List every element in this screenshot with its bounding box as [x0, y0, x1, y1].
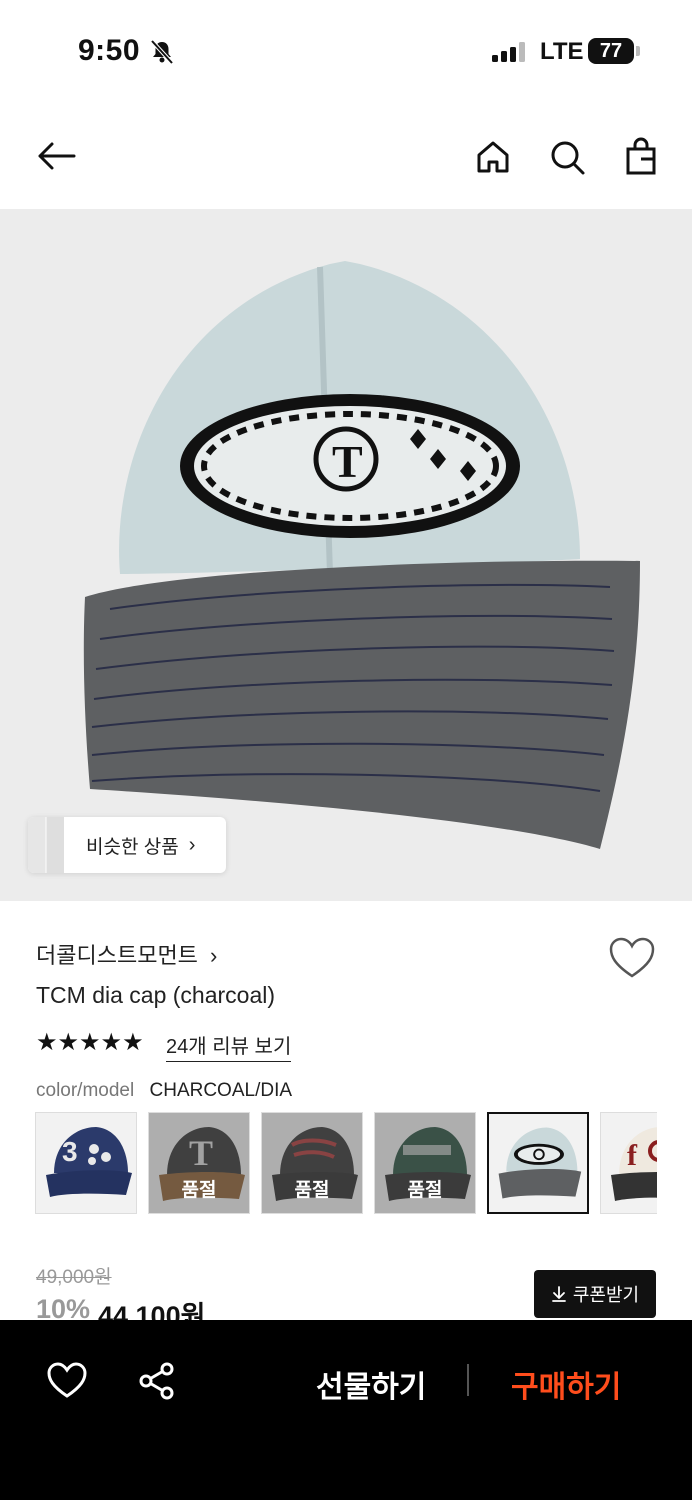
svg-text:T: T — [332, 436, 363, 487]
variant-thumbnail[interactable]: T 품절 — [148, 1112, 250, 1214]
bottom-action-bar: 선물하기 구매하기 — [0, 1320, 692, 1500]
battery-level: 77 — [599, 39, 623, 62]
chevron-right-icon: › — [210, 943, 218, 968]
variant-thumbnail[interactable]: 3 — [35, 1112, 137, 1214]
divider — [467, 1364, 469, 1396]
network-type: LTE — [540, 38, 584, 65]
variant-thumbnail[interactable]: f — [600, 1112, 657, 1214]
soldout-label: 품절 — [407, 1180, 443, 1201]
star-icons: ★★★★★ — [36, 1029, 144, 1056]
coupon-label: 쿠폰받기 — [572, 1285, 640, 1305]
battery-tip — [636, 46, 640, 56]
share-icon[interactable] — [136, 1360, 178, 1402]
heart-icon[interactable] — [608, 936, 656, 980]
original-price: 49,000원 — [36, 1267, 112, 1288]
option-value: CHARCOAL/DIA — [149, 1080, 293, 1101]
brand-name: 더콜디스트모먼트 — [36, 943, 198, 968]
similar-thumbnail — [28, 817, 64, 873]
cap-illustration: T — [83, 261, 641, 849]
option-label: color/model — [36, 1080, 135, 1101]
search-icon[interactable] — [545, 135, 589, 179]
variant-thumbnail[interactable]: 품절 — [374, 1112, 476, 1214]
status-time: 9:50 — [78, 34, 141, 67]
variant-thumbnail[interactable]: 품절 — [261, 1112, 363, 1214]
coupon-button[interactable]: 쿠폰받기 — [534, 1270, 656, 1318]
variant-thumbnail-selected[interactable] — [487, 1112, 589, 1214]
download-icon — [551, 1286, 566, 1302]
similar-products-button[interactable]: 비슷한 상품 › — [28, 817, 226, 873]
bell-off-icon — [150, 39, 174, 65]
rating-stars: ★★★★★ — [36, 1030, 144, 1056]
product-title: TCM dia cap (charcoal) — [36, 982, 276, 1008]
review-link[interactable]: 24개 리뷰 보기 — [166, 1030, 292, 1062]
back-arrow-icon[interactable] — [34, 134, 78, 178]
gift-button[interactable]: 선물하기 — [316, 1362, 426, 1406]
brand-link[interactable]: 더콜디스트모먼트 › — [36, 938, 217, 970]
chevron-right-icon: › — [188, 833, 196, 856]
shopping-bag-icon[interactable] — [619, 135, 663, 179]
buy-button[interactable]: 구매하기 — [511, 1362, 621, 1406]
product-image[interactable]: T — [0, 209, 692, 901]
heart-icon[interactable] — [46, 1360, 88, 1402]
signal-icon — [492, 42, 528, 62]
home-icon[interactable] — [471, 135, 515, 179]
soldout-label: 품절 — [181, 1180, 217, 1201]
battery-icon: 77 — [588, 38, 634, 64]
status-bar: 9:50 LTE 77 — [0, 0, 692, 100]
soldout-label: 품절 — [294, 1180, 330, 1201]
variant-list: 3 T 품절 품절 품절 f — [35, 1112, 657, 1216]
svg-text:3: 3 — [62, 1136, 78, 1167]
option-row: color/model CHARCOAL/DIA — [36, 1080, 292, 1102]
similar-products-label: 비슷한 상품 — [86, 836, 179, 858]
svg-text:f: f — [627, 1139, 638, 1172]
